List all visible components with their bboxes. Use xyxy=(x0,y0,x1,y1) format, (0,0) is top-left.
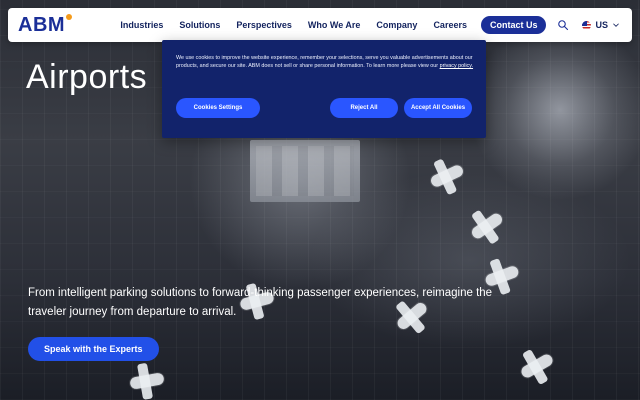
main-nav: Industries Solutions Perspectives Who We… xyxy=(120,20,467,30)
nav-item-perspectives[interactable]: Perspectives xyxy=(236,20,292,30)
search-icon xyxy=(558,20,569,31)
cookie-notice-text: We use cookies to improve the website ex… xyxy=(176,54,476,70)
contact-us-button[interactable]: Contact Us xyxy=(480,16,547,34)
accept-all-cookies-button[interactable]: Accept All Cookies xyxy=(404,98,472,118)
airplane-image xyxy=(429,163,465,189)
top-navbar: ABM Industries Solutions Perspectives Wh… xyxy=(8,8,632,42)
abm-logo[interactable]: ABM xyxy=(18,13,72,37)
nav-item-who-we-are[interactable]: Who We Are xyxy=(308,20,361,30)
language-selector[interactable]: US xyxy=(582,20,620,30)
logo-text: ABM xyxy=(18,13,66,36)
chevron-down-icon xyxy=(613,23,619,27)
airplane-image xyxy=(519,352,555,380)
terminal-building-image xyxy=(250,140,360,202)
hero-subtitle: From intelligent parking solutions to fo… xyxy=(28,287,493,318)
nav-item-company[interactable]: Company xyxy=(376,20,417,30)
airplane-image xyxy=(469,211,505,241)
cookies-settings-button[interactable]: Cookies Settings xyxy=(176,98,260,118)
search-button[interactable] xyxy=(556,18,570,32)
logo-accent-dot xyxy=(66,13,72,20)
airplane-image xyxy=(129,372,165,390)
us-flag-icon xyxy=(582,20,592,30)
reject-all-button[interactable]: Reject All xyxy=(330,98,398,118)
cookie-consent-banner: We use cookies to improve the website ex… xyxy=(162,40,486,138)
cookie-notice-body: We use cookies to improve the website ex… xyxy=(176,55,473,69)
cookie-actions: Cookies Settings Reject All Accept All C… xyxy=(176,98,472,118)
nav-item-solutions[interactable]: Solutions xyxy=(179,20,220,30)
nav-item-careers[interactable]: Careers xyxy=(433,20,467,30)
nav-item-industries[interactable]: Industries xyxy=(120,20,163,30)
page-title: Airports xyxy=(26,58,148,96)
language-label: US xyxy=(595,20,608,30)
privacy-policy-link[interactable]: privacy policy. xyxy=(440,63,473,69)
speak-with-experts-button[interactable]: Speak with the Experts xyxy=(28,337,159,361)
